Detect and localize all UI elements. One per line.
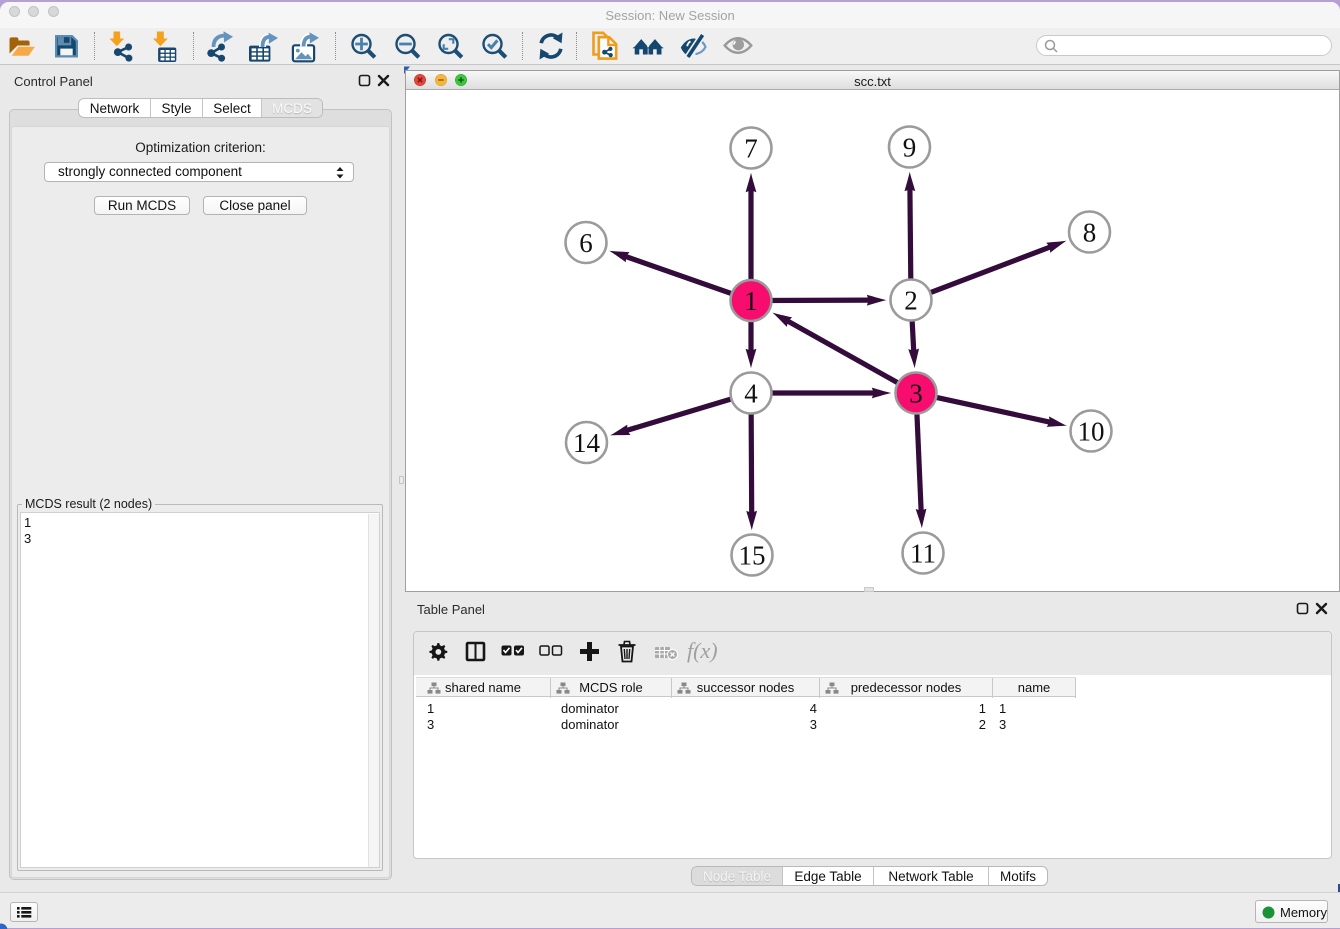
svg-text:2: 2 [904, 286, 918, 316]
svg-text:14: 14 [573, 428, 601, 458]
svg-text:11: 11 [910, 539, 936, 569]
svg-text:10: 10 [1078, 417, 1105, 447]
svg-text:8: 8 [1083, 218, 1097, 248]
svg-text:3: 3 [909, 379, 923, 409]
svg-text:15: 15 [739, 541, 766, 571]
svg-text:6: 6 [579, 228, 593, 258]
svg-text:4: 4 [744, 379, 758, 409]
svg-text:1: 1 [744, 286, 758, 316]
svg-text:7: 7 [744, 134, 758, 164]
svg-text:9: 9 [903, 133, 917, 163]
